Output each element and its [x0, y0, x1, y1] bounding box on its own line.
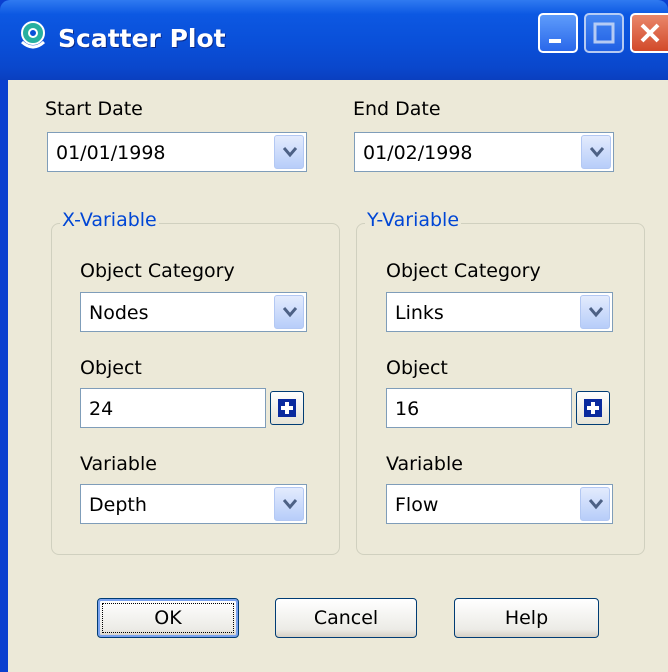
chevron-down-icon — [283, 307, 297, 318]
end-date-value: 01/02/1998 — [363, 142, 473, 164]
close-icon — [640, 23, 660, 43]
y-object-label: Object — [386, 357, 448, 379]
plus-icon — [584, 399, 602, 417]
y-object-input[interactable]: 16 — [386, 388, 572, 428]
y-object-value: 16 — [395, 398, 420, 420]
y-object-add-button[interactable] — [576, 391, 610, 425]
x-variable-select[interactable]: Depth — [80, 484, 307, 524]
x-object-label: Object — [80, 357, 142, 379]
y-variable-dropdown-button[interactable] — [580, 487, 610, 521]
end-date-dropdown-button[interactable] — [581, 135, 611, 169]
x-object-add-button[interactable] — [270, 391, 304, 425]
plus-icon — [278, 399, 296, 417]
x-variable-legend: X-Variable — [60, 209, 159, 231]
y-variable-value: Flow — [395, 494, 439, 516]
chevron-down-icon — [590, 147, 604, 158]
help-button-label: Help — [504, 607, 549, 629]
start-date-picker[interactable]: 01/01/1998 — [47, 132, 307, 172]
y-variable-select[interactable]: Flow — [386, 484, 613, 524]
x-object-category-label: Object Category — [80, 260, 235, 282]
y-object-category-select[interactable]: Links — [386, 292, 613, 332]
y-object-category-label: Object Category — [386, 260, 541, 282]
x-object-category-select[interactable]: Nodes — [80, 292, 307, 332]
dialog-body: Start Date 01/01/1998 End Date 01/02/199… — [8, 80, 668, 672]
chevron-down-icon — [589, 307, 603, 318]
x-object-category-value: Nodes — [89, 302, 149, 324]
start-date-value: 01/01/1998 — [56, 142, 166, 164]
y-object-category-dropdown-button[interactable] — [580, 295, 610, 329]
x-object-value: 24 — [89, 398, 114, 420]
x-object-category-dropdown-button[interactable] — [274, 295, 304, 329]
help-button[interactable]: Help — [454, 598, 599, 638]
title-bar[interactable]: Scatter Plot — [0, 0, 668, 80]
window-title: Scatter Plot — [58, 24, 226, 53]
chevron-down-icon — [589, 499, 603, 510]
x-variable-value: Depth — [89, 494, 147, 516]
chevron-down-icon — [283, 499, 297, 510]
close-button[interactable] — [630, 13, 668, 53]
end-date-picker[interactable]: 01/02/1998 — [354, 132, 614, 172]
minimize-button[interactable] — [538, 13, 578, 53]
cancel-button[interactable]: Cancel — [275, 598, 417, 638]
maximize-button[interactable] — [584, 13, 624, 53]
y-variable-legend: Y-Variable — [365, 209, 462, 231]
chevron-down-icon — [283, 147, 297, 158]
x-variable-label: Variable — [80, 453, 157, 475]
scatter-plot-window: Scatter Plot Start Date 01/01/1998 End D… — [0, 0, 668, 672]
end-date-label: End Date — [353, 98, 441, 120]
y-variable-label: Variable — [386, 453, 463, 475]
minimize-icon — [549, 39, 561, 43]
x-variable-dropdown-button[interactable] — [274, 487, 304, 521]
x-object-input[interactable]: 24 — [80, 388, 266, 428]
ok-button[interactable]: OK — [97, 598, 239, 638]
start-date-dropdown-button[interactable] — [274, 135, 304, 169]
y-object-category-value: Links — [395, 302, 444, 324]
maximize-icon — [593, 22, 615, 44]
start-date-label: Start Date — [45, 98, 143, 120]
lifebuoy-icon — [20, 21, 46, 49]
cancel-button-label: Cancel — [313, 607, 379, 629]
focus-rect — [102, 603, 234, 633]
